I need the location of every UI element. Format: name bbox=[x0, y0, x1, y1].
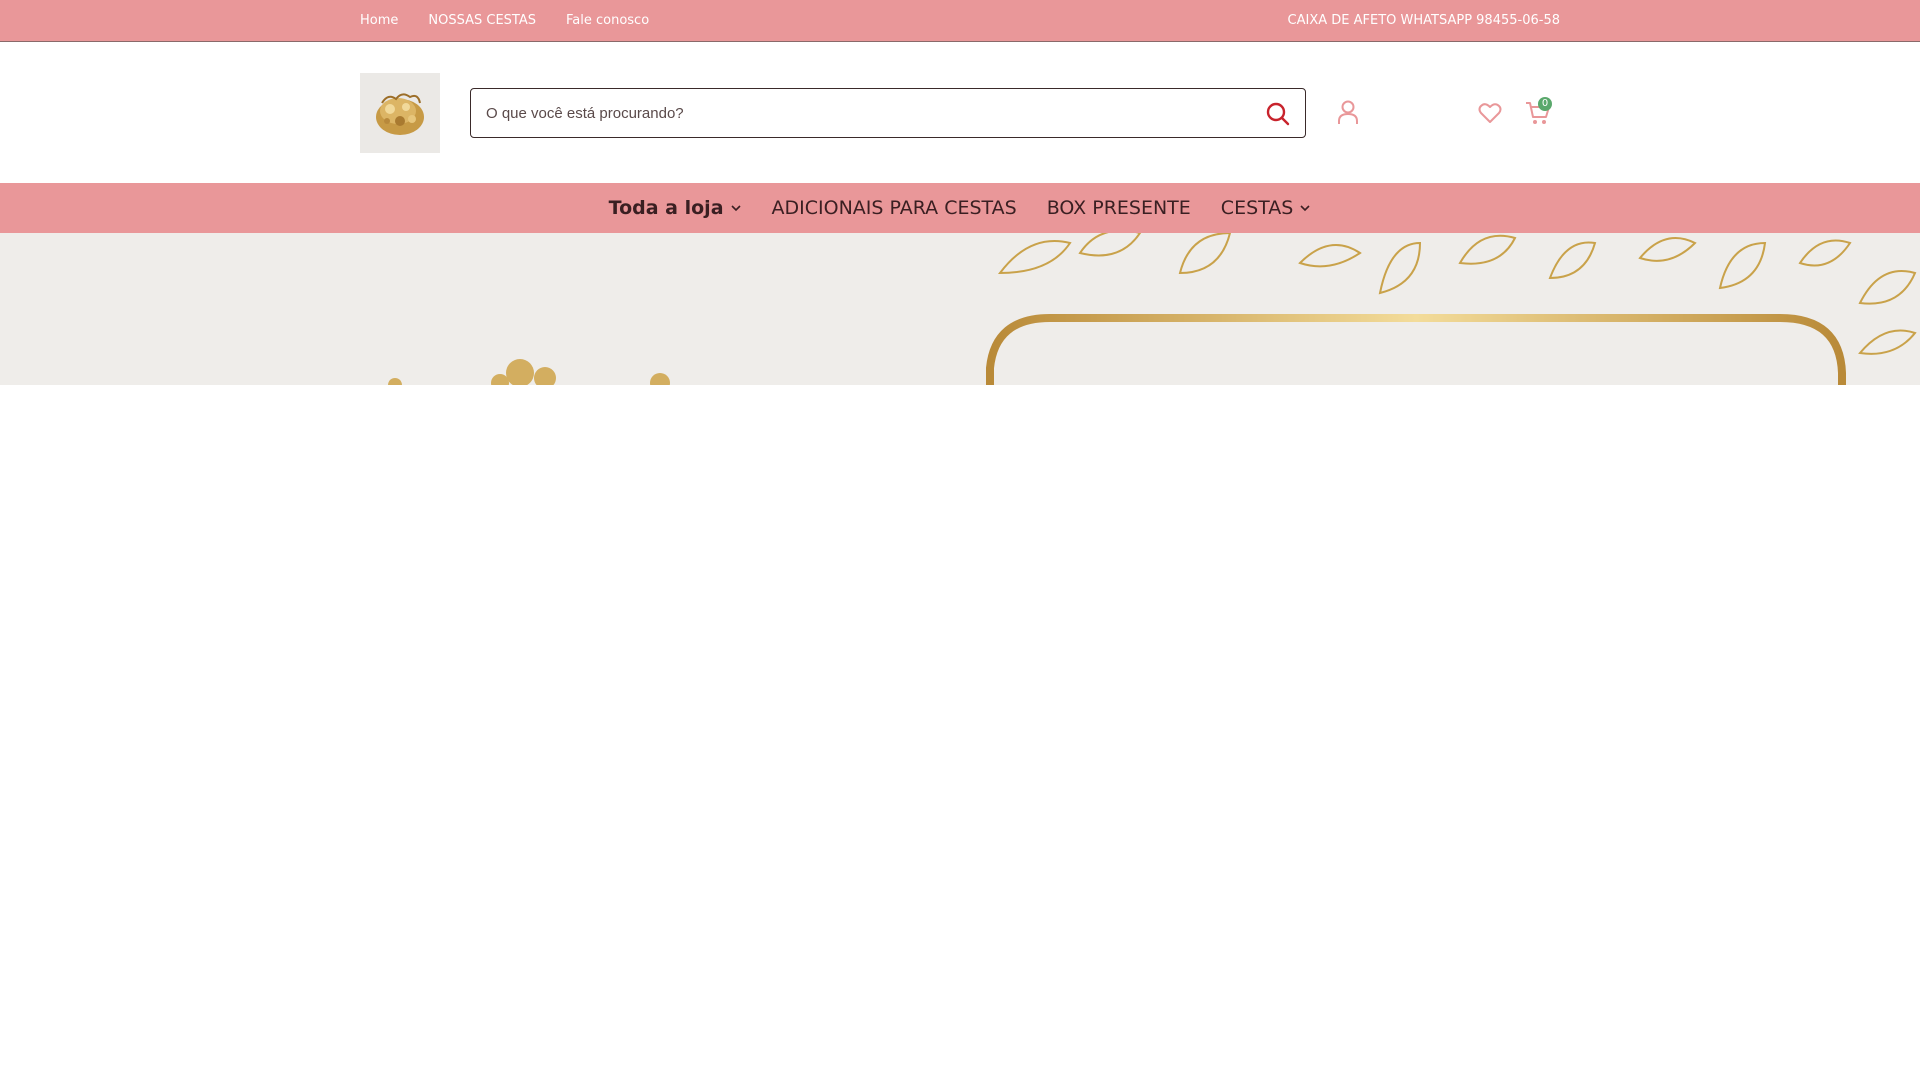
chevron-down-icon bbox=[1300, 205, 1310, 212]
top-links: Home NOSSAS CESTAS Fale conosco bbox=[360, 0, 649, 41]
logo-image bbox=[360, 73, 440, 153]
hero-banner[interactable] bbox=[0, 233, 1920, 385]
search-input[interactable] bbox=[471, 103, 1248, 123]
main-nav: Toda a loja ADICIONAIS PARA CESTAS BOX P… bbox=[0, 183, 1920, 233]
nav-item-cestas[interactable]: CESTAS bbox=[1206, 197, 1327, 219]
hero-image bbox=[0, 233, 1920, 385]
top-bar: Home NOSSAS CESTAS Fale conosco CAIXA DE… bbox=[0, 0, 1920, 42]
search-icon[interactable] bbox=[1265, 101, 1291, 127]
nav-item-box-presente[interactable]: BOX PRESENTE bbox=[1032, 197, 1206, 219]
nav-item-label: ADICIONAIS PARA CESTAS bbox=[771, 197, 1017, 219]
header: 0 bbox=[0, 42, 1920, 183]
top-link-fale-conosco[interactable]: Fale conosco bbox=[566, 13, 649, 28]
nav-item-label: CESTAS bbox=[1220, 197, 1294, 219]
cart-count-badge: 0 bbox=[1538, 97, 1552, 111]
store-logo[interactable] bbox=[360, 73, 440, 153]
user-icon[interactable] bbox=[1337, 100, 1359, 130]
nav-item-toda-a-loja[interactable]: Toda a loja bbox=[594, 197, 757, 219]
search-bar bbox=[470, 88, 1306, 138]
nav-item-label: BOX PRESENTE bbox=[1046, 197, 1191, 219]
heart-icon[interactable] bbox=[1478, 102, 1502, 128]
top-link-nossas-cestas[interactable]: NOSSAS CESTAS bbox=[428, 13, 536, 28]
nav-item-label: Toda a loja bbox=[608, 197, 724, 219]
top-link-home[interactable]: Home bbox=[360, 13, 398, 28]
nav-item-adicionais-para-cestas[interactable]: ADICIONAIS PARA CESTAS bbox=[757, 197, 1032, 219]
promo-text: CAIXA DE AFETO WHATSAPP 98455-06-58 bbox=[1287, 13, 1560, 28]
chevron-down-icon bbox=[730, 205, 741, 212]
